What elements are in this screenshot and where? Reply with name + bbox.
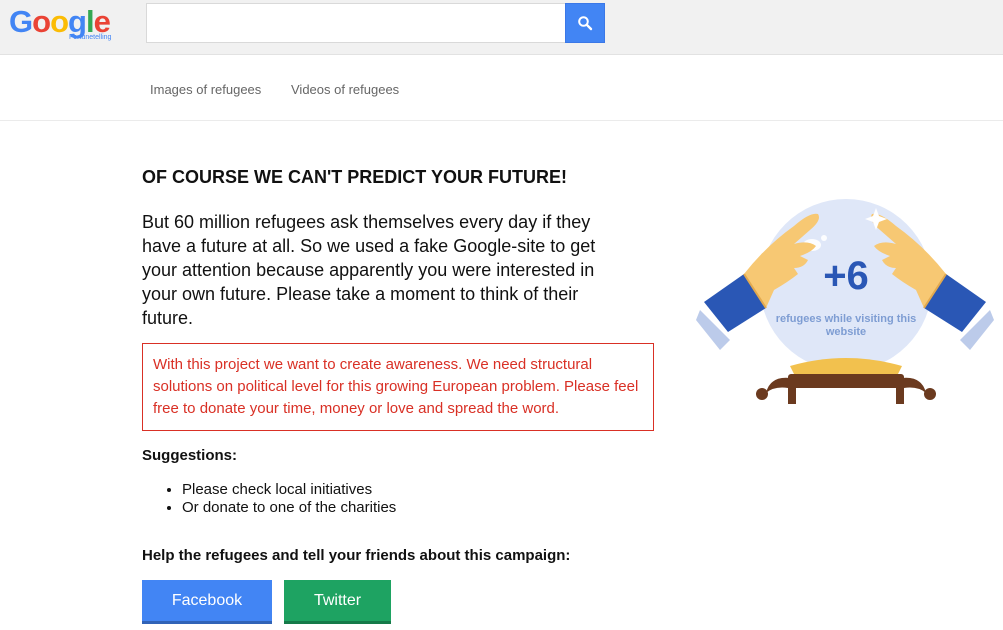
lead-paragraph: But 60 million refugees ask themselves e… <box>142 212 596 328</box>
suggestions-list: Please check local initiatives Or donate… <box>182 481 396 517</box>
nav-link-images[interactable]: Images of refugees <box>150 82 261 97</box>
logo-subtitle: Fortunetelling <box>69 34 112 41</box>
awareness-notice: With this project we want to create awar… <box>142 343 654 431</box>
search-button[interactable] <box>565 3 605 43</box>
refugee-counter-label: refugees while visiting this website <box>775 313 917 338</box>
refugee-counter: +6 <box>823 254 869 298</box>
search-icon <box>578 16 593 31</box>
top-bar: Google Fortunetelling <box>0 0 1003 55</box>
nav-bar: Images of refugees Videos of refugees <box>0 55 1003 121</box>
list-item: Or donate to one of the charities <box>182 499 396 517</box>
page-headline: OF COURSE WE CAN'T PREDICT YOUR FUTURE! <box>142 167 567 187</box>
suggestions-title: Suggestions: <box>142 447 238 464</box>
google-logo[interactable]: Google Fortunetelling <box>9 3 119 49</box>
crystal-ball-illustration <box>696 199 994 404</box>
twitter-share-button[interactable]: Twitter <box>284 580 391 624</box>
nav-link-videos[interactable]: Videos of refugees <box>291 82 399 97</box>
list-item: Please check local initiatives <box>182 481 396 499</box>
search-input[interactable] <box>147 4 565 42</box>
share-call-to-action: Help the refugees and tell your friends … <box>142 547 571 564</box>
facebook-share-button[interactable]: Facebook <box>142 580 272 624</box>
search-box[interactable] <box>146 3 566 43</box>
